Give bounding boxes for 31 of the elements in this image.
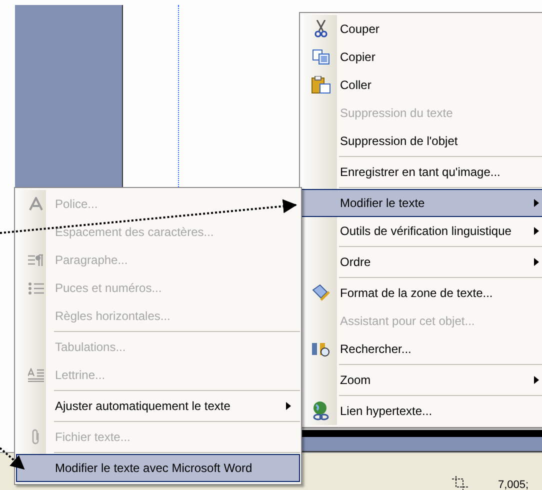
menu-item[interactable]: Rechercher... xyxy=(301,335,542,363)
submenu-arrow-icon xyxy=(534,376,539,384)
menu-item[interactable]: Enregistrer en tant qu'image... xyxy=(301,158,542,186)
bullet-list-icon xyxy=(28,282,44,294)
copy-icon xyxy=(312,49,330,65)
menu-item[interactable]: Lien hypertexte... xyxy=(301,397,542,425)
menu-item[interactable]: Suppression de l'objet xyxy=(301,127,542,155)
scissors-icon xyxy=(314,20,328,38)
menu-item[interactable]: Modifier le texte avec Microsoft Word xyxy=(16,454,300,482)
menu-item[interactable]: Coller xyxy=(301,71,542,99)
paperclip-icon xyxy=(31,429,41,445)
menu-item[interactable]: Format de la zone de texte... xyxy=(301,279,542,307)
submenu-arrow-icon xyxy=(534,227,539,235)
clipboard-icon xyxy=(311,76,331,94)
crop-icon xyxy=(452,476,468,490)
globe-link-icon xyxy=(311,401,331,421)
dotted-arrow xyxy=(0,447,25,470)
menu-item[interactable]: Modifier le texte xyxy=(301,189,542,217)
menu-item[interactable]: Outils de vérification linguistique xyxy=(301,217,542,245)
menu-item[interactable]: Copier xyxy=(301,43,542,71)
submenu-arrow-icon xyxy=(534,258,539,266)
paragraph-icon xyxy=(28,254,44,266)
submenu-arrow-icon xyxy=(286,402,291,410)
position-text: 7,005; xyxy=(498,479,529,490)
drop-cap-icon xyxy=(28,368,44,382)
submenu-arrow-icon xyxy=(534,199,539,207)
menu-item[interactable]: Ordre xyxy=(301,248,542,276)
font-letter-icon xyxy=(29,197,43,211)
menu-item[interactable]: Zoom xyxy=(301,366,542,394)
menu-item[interactable]: Couper xyxy=(301,15,542,43)
menu-item[interactable]: Ajuster automatiquement le texte xyxy=(16,392,300,420)
